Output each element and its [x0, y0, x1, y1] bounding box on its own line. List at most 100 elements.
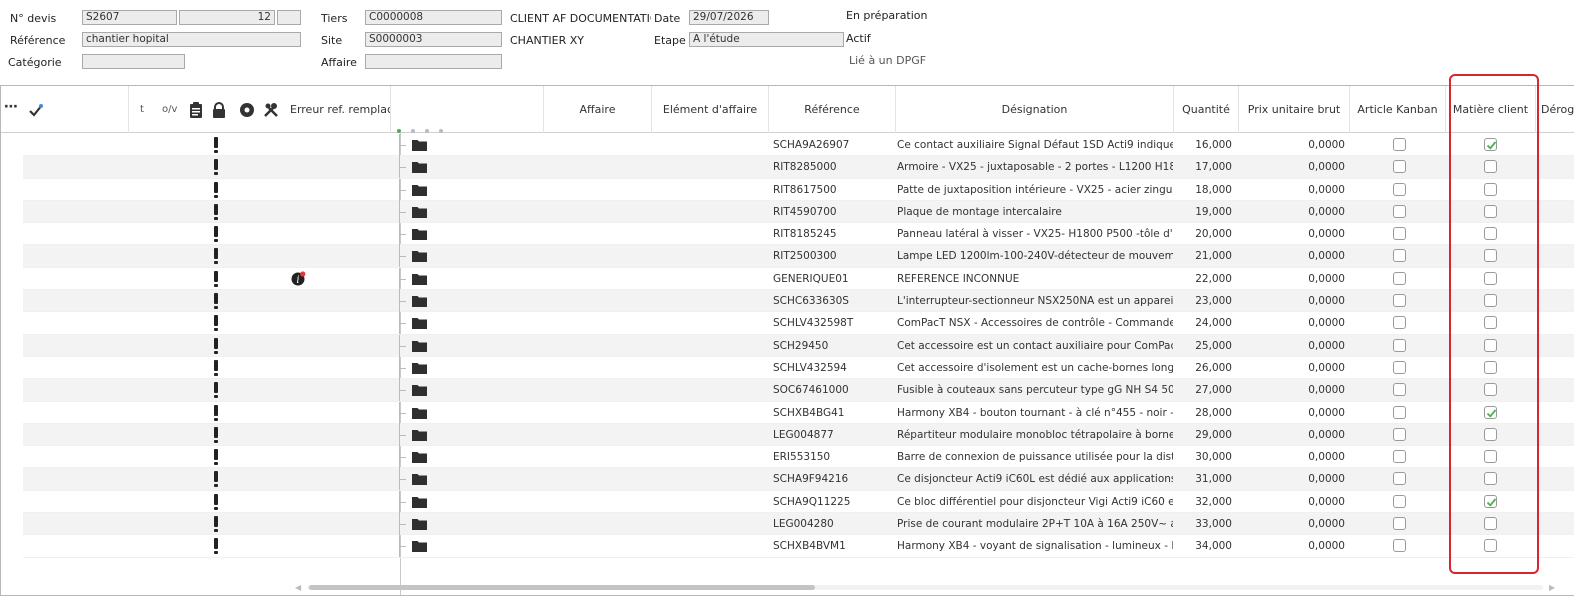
- table-row[interactable]: SCHA9F94216 Ce disjoncteur Acti9 iC60L es…: [23, 468, 1574, 491]
- header-element-affaire[interactable]: Elément d'affaire: [652, 86, 769, 133]
- categorie-field[interactable]: [82, 54, 185, 69]
- table-row[interactable]: RIT2500300 Lampe LED 1200lm-100-240V-déte…: [23, 245, 1574, 268]
- header-t[interactable]: t: [140, 104, 144, 115]
- kanban-checkbox[interactable]: [1393, 383, 1406, 397]
- kanban-checkbox[interactable]: [1393, 294, 1406, 308]
- kanban-checkbox[interactable]: [1393, 249, 1406, 263]
- kanban-checkbox[interactable]: [1393, 338, 1406, 352]
- matiere-client-checkbox[interactable]: [1484, 204, 1497, 218]
- tiers-field[interactable]: C0000008: [365, 10, 502, 25]
- etape-field[interactable]: A l'étude: [689, 32, 844, 47]
- matiere-client-checkbox[interactable]: [1484, 316, 1497, 330]
- clipboard-icon[interactable]: [188, 102, 204, 118]
- header-prix-unitaire[interactable]: Prix unitaire brut: [1239, 86, 1350, 133]
- error-ref-indicator[interactable]: i: [291, 271, 306, 289]
- row-folder[interactable]: [412, 451, 427, 466]
- matiere-client-checkbox[interactable]: [1484, 427, 1497, 441]
- kanban-checkbox[interactable]: [1393, 450, 1406, 464]
- header-affaire[interactable]: Affaire: [544, 86, 652, 133]
- devis-extra-field[interactable]: [277, 10, 301, 25]
- kanban-checkbox[interactable]: [1393, 271, 1406, 285]
- table-row[interactable]: ERI553150 Barre de connexion de puissance…: [23, 446, 1574, 469]
- row-folder[interactable]: [412, 295, 427, 310]
- matiere-client-checkbox[interactable]: [1484, 494, 1497, 508]
- kanban-checkbox[interactable]: [1393, 160, 1406, 174]
- table-row[interactable]: SCHA9A26907 Ce contact auxiliaire Signal …: [23, 134, 1574, 157]
- lock-icon[interactable]: [211, 102, 227, 118]
- scroll-right-arrow-icon[interactable]: ▶: [1549, 583, 1555, 592]
- kanban-checkbox[interactable]: [1393, 204, 1406, 218]
- reference-field[interactable]: chantier hopital: [82, 32, 301, 47]
- date-field[interactable]: 29/07/2026: [689, 10, 769, 25]
- row-folder[interactable]: [412, 473, 427, 488]
- row-folder[interactable]: [412, 407, 427, 422]
- horizontal-scrollbar[interactable]: ◀ ▶: [295, 582, 1557, 592]
- row-folder[interactable]: [412, 429, 427, 444]
- tools-icon[interactable]: [263, 102, 279, 118]
- row-folder[interactable]: [412, 518, 427, 533]
- row-folder[interactable]: [412, 206, 427, 221]
- kanban-checkbox[interactable]: [1393, 427, 1406, 441]
- header-reference[interactable]: Référence: [769, 86, 896, 133]
- table-row[interactable]: RIT4590700 Plaque de montage intercalaire…: [23, 200, 1574, 224]
- kanban-checkbox[interactable]: [1393, 227, 1406, 241]
- table-row[interactable]: SCHXB4BG41 Harmony XB4 - bouton tournant …: [23, 401, 1574, 424]
- matiere-client-checkbox[interactable]: [1484, 472, 1497, 486]
- table-row[interactable]: i GENERIQUE01 REFERENCE INCONNUE 22,000 0,00…: [23, 267, 1574, 291]
- matiere-client-checkbox[interactable]: [1484, 338, 1497, 352]
- row-folder[interactable]: [412, 161, 427, 176]
- kanban-checkbox[interactable]: [1393, 316, 1406, 330]
- matiere-client-checkbox[interactable]: [1484, 271, 1497, 285]
- table-row[interactable]: SCH29450 Cet accessoire est un contact au…: [23, 334, 1574, 357]
- devis-index-field[interactable]: 12: [179, 10, 275, 25]
- row-folder[interactable]: [412, 228, 427, 243]
- table-row[interactable]: LEG004280 Prise de courant modulaire 2P+T…: [23, 513, 1574, 536]
- gear-icon[interactable]: [239, 102, 255, 118]
- error-info-icon[interactable]: i: [291, 271, 306, 286]
- table-row[interactable]: SCHA9Q11225 Ce bloc différentiel pour dis…: [23, 490, 1574, 514]
- header-article-kanban[interactable]: Article Kanban: [1350, 86, 1446, 133]
- matiere-client-checkbox[interactable]: [1484, 539, 1497, 553]
- table-row[interactable]: RIT8617500 Patte de juxtaposition intérie…: [23, 178, 1574, 201]
- table-row[interactable]: SCHLV432598T ComPacT NSX - Accessoires de…: [23, 312, 1574, 335]
- kanban-checkbox[interactable]: [1393, 517, 1406, 531]
- kanban-checkbox[interactable]: [1393, 472, 1406, 486]
- select-rows-icon[interactable]: [28, 102, 44, 118]
- kanban-checkbox[interactable]: [1393, 494, 1406, 508]
- affaire-field[interactable]: [365, 54, 502, 69]
- row-folder[interactable]: [412, 340, 427, 355]
- header-matiere-client[interactable]: Matière client: [1446, 86, 1536, 133]
- more-options-icon[interactable]: ⋯: [4, 99, 18, 115]
- matiere-client-checkbox[interactable]: [1484, 450, 1497, 464]
- header-ov[interactable]: o/v: [162, 104, 177, 115]
- header-erreur-ref[interactable]: Erreur ref. remplacer: [285, 86, 391, 133]
- table-row[interactable]: RIT8285000 Armoire - VX25 - juxtaposable …: [23, 156, 1574, 179]
- table-row[interactable]: RIT8185245 Panneau latéral à visser - VX2…: [23, 223, 1574, 246]
- table-row[interactable]: LEG004877 Répartiteur modulaire monobloc …: [23, 423, 1574, 447]
- table-row[interactable]: SCHC633630S L'interrupteur-sectionneur NS…: [23, 290, 1574, 313]
- row-folder[interactable]: [412, 384, 427, 399]
- row-folder[interactable]: [412, 273, 427, 288]
- row-folder[interactable]: [412, 540, 427, 555]
- kanban-checkbox[interactable]: [1393, 539, 1406, 553]
- row-folder[interactable]: [412, 139, 427, 154]
- devis-field[interactable]: S2607: [82, 10, 177, 25]
- table-row[interactable]: SCHLV432594 Cet accessoire d'isolement es…: [23, 356, 1574, 380]
- matiere-client-checkbox[interactable]: [1484, 517, 1497, 531]
- header-quantite[interactable]: Quantité: [1174, 86, 1239, 133]
- matiere-client-checkbox[interactable]: [1484, 360, 1497, 374]
- matiere-client-checkbox[interactable]: [1484, 249, 1497, 263]
- scroll-left-arrow-icon[interactable]: ◀: [295, 583, 301, 592]
- row-folder[interactable]: [412, 496, 427, 511]
- kanban-checkbox[interactable]: [1393, 138, 1406, 151]
- kanban-checkbox[interactable]: [1393, 405, 1406, 419]
- matiere-client-checkbox[interactable]: [1484, 383, 1497, 397]
- matiere-client-checkbox[interactable]: [1484, 138, 1497, 151]
- scrollbar-thumb[interactable]: [309, 585, 815, 590]
- table-row[interactable]: SOC67461000 Fusible à couteaux sans percu…: [23, 379, 1574, 402]
- header-designation[interactable]: Désignation: [896, 86, 1174, 133]
- matiere-client-checkbox[interactable]: [1484, 405, 1497, 419]
- matiere-client-checkbox[interactable]: [1484, 294, 1497, 308]
- header-derogation[interactable]: Dérog: [1536, 86, 1574, 133]
- kanban-checkbox[interactable]: [1393, 182, 1406, 196]
